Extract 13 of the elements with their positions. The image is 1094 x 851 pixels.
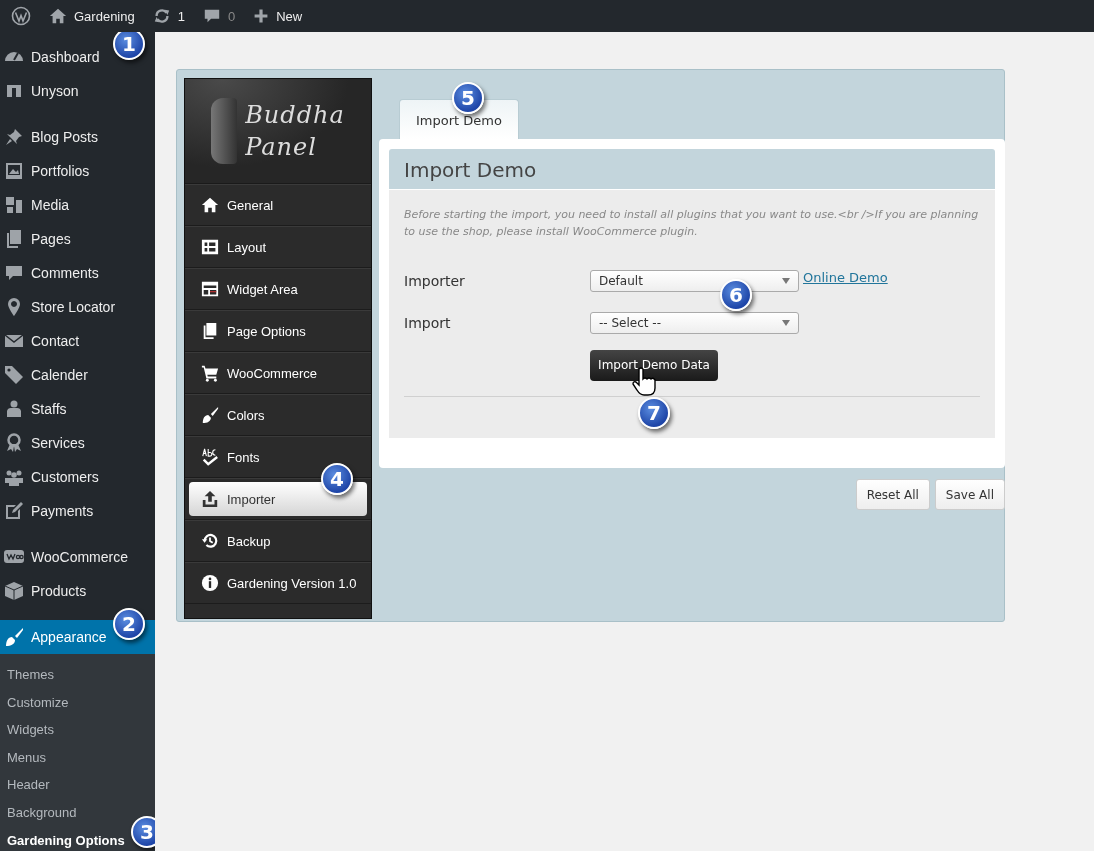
step-number-overlay: 2 bbox=[113, 608, 145, 640]
step-number-overlay: 7 bbox=[638, 397, 670, 429]
step-number-overlay: 4 bbox=[321, 463, 353, 495]
field-label: Import bbox=[404, 315, 452, 331]
step-number-overlay: 1 bbox=[113, 32, 145, 60]
description-text: Before starting the import, you need to install all plugins that you want to use.<br />If you are planning to use the shop, please install WooCommerce plugin. bbox=[404, 207, 980, 240]
section-title: Import Demo bbox=[389, 149, 995, 189]
logo-text: Panel bbox=[245, 132, 318, 163]
logo-text: Buddha bbox=[245, 100, 345, 131]
step-number-overlay: 3 bbox=[131, 815, 155, 848]
step-number-overlay: 5 bbox=[452, 82, 484, 114]
step-number-overlay: 6 bbox=[720, 279, 752, 311]
field-label: Importer bbox=[404, 273, 466, 289]
